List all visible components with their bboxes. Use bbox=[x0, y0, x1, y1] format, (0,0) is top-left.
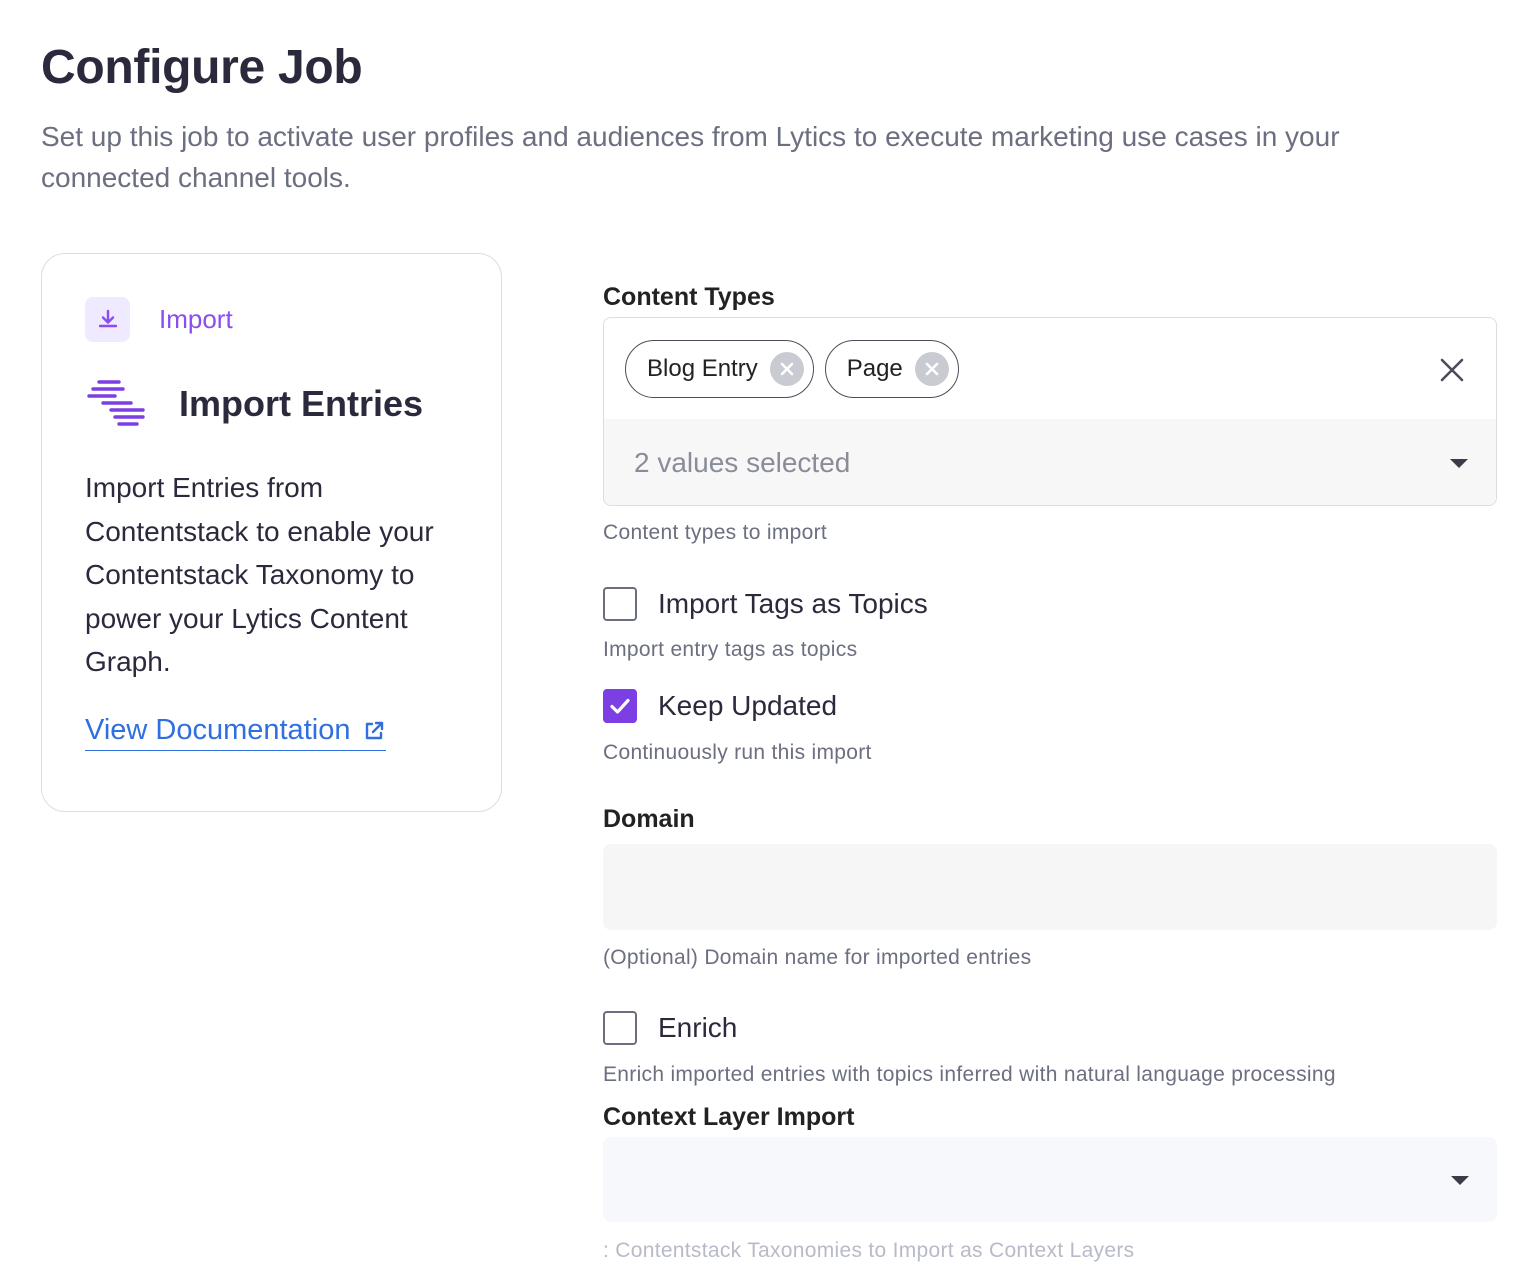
selected-chips: Blog Entry Page bbox=[625, 340, 959, 398]
download-icon bbox=[85, 297, 130, 342]
chip-label: Blog Entry bbox=[647, 355, 758, 382]
chip-blog-entry: Blog Entry bbox=[625, 340, 814, 398]
enrich-row: Enrich bbox=[603, 1011, 737, 1045]
keep-updated-checkbox[interactable] bbox=[603, 689, 637, 723]
context-layer-dropdown[interactable] bbox=[603, 1137, 1497, 1222]
job-title: Import Entries bbox=[179, 383, 424, 424]
import-tags-help: Import entry tags as topics bbox=[603, 638, 858, 661]
context-layer-label: Context Layer Import bbox=[603, 1103, 855, 1131]
chip-label: Page bbox=[846, 355, 903, 382]
content-types-dropdown-trigger[interactable]: 2 values selected bbox=[604, 419, 1496, 505]
chip-page: Page bbox=[824, 340, 959, 398]
keep-updated-label: Keep Updated bbox=[658, 690, 838, 721]
configure-job-page: Configure Job Set up this job to activat… bbox=[0, 0, 1524, 1286]
stacked-lines-icon bbox=[87, 380, 145, 426]
enrich-checkbox[interactable] bbox=[603, 1011, 637, 1045]
enrich-help: Enrich imported entries with topics infe… bbox=[603, 1063, 1336, 1086]
checkmark-icon bbox=[610, 698, 630, 714]
page-subtitle: Set up this job to activate user profile… bbox=[41, 121, 1340, 193]
clear-all-icon[interactable] bbox=[1438, 356, 1466, 384]
domain-label: Domain bbox=[603, 805, 695, 833]
enrich-label: Enrich bbox=[658, 1012, 738, 1043]
category-label: Import bbox=[159, 304, 233, 334]
remove-chip-icon[interactable] bbox=[914, 352, 949, 386]
content-types-multiselect[interactable]: Blog Entry Page 2 values selected bbox=[603, 317, 1497, 506]
remove-chip-icon[interactable] bbox=[769, 352, 804, 386]
job-title-row: Import Entries bbox=[85, 378, 423, 430]
import-tags-checkbox[interactable] bbox=[603, 587, 637, 621]
domain-input[interactable] bbox=[603, 844, 1497, 930]
keep-updated-help: Continuously run this import bbox=[603, 741, 872, 764]
job-category: Import bbox=[85, 297, 233, 342]
caret-down-icon bbox=[1450, 459, 1468, 468]
job-description: Import Entries from Contentstack to enab… bbox=[85, 472, 434, 677]
keep-updated-row: Keep Updated bbox=[603, 689, 837, 723]
import-tags-row: Import Tags as Topics bbox=[603, 587, 928, 621]
doc-link-label: View Documentation bbox=[85, 714, 351, 746]
view-documentation-link[interactable]: View Documentation bbox=[85, 714, 387, 751]
domain-help: (Optional) Domain name for imported entr… bbox=[603, 946, 1032, 969]
import-tags-label: Import Tags as Topics bbox=[658, 588, 928, 619]
content-types-help: Content types to import bbox=[603, 521, 828, 544]
caret-down-icon bbox=[1451, 1176, 1469, 1185]
context-layer-help: : Contentstack Taxonomies to Import as C… bbox=[603, 1239, 1135, 1262]
job-summary-card: Import Import Entries Import Entries fro… bbox=[41, 253, 502, 812]
external-link-icon bbox=[366, 721, 384, 739]
selected-summary: 2 values selected bbox=[634, 447, 851, 478]
page-title: Configure Job bbox=[41, 41, 363, 94]
content-types-label: Content Types bbox=[603, 283, 775, 311]
